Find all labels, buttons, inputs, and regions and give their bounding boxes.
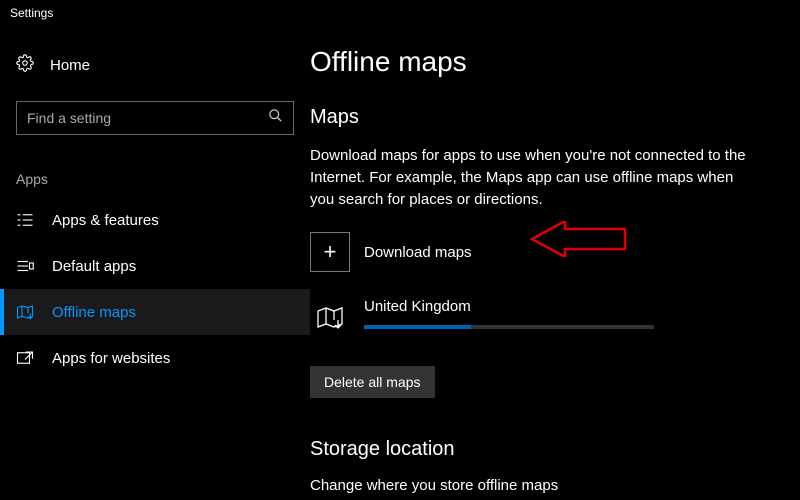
download-progress (364, 325, 654, 329)
sidebar-item-label: Apps & features (52, 212, 159, 229)
main-content: Offline maps Maps Download maps for apps… (310, 26, 800, 500)
sidebar-item-default-apps[interactable]: Default apps (0, 243, 310, 289)
sidebar: Home Apps Apps & features Default apps (0, 26, 310, 500)
map-download-icon (16, 303, 34, 321)
download-maps-label: Download maps (364, 244, 472, 261)
map-download-item[interactable]: United Kingdom (310, 298, 800, 338)
map-name: United Kingdom (364, 298, 654, 315)
sidebar-item-apps-for-websites[interactable]: Apps for websites (0, 335, 310, 381)
defaults-icon (16, 257, 34, 275)
search-input[interactable] (27, 110, 268, 126)
sidebar-item-label: Default apps (52, 258, 136, 275)
plus-icon: + (310, 232, 350, 272)
search-box[interactable] (16, 101, 294, 135)
sidebar-group-header: Apps (0, 171, 310, 197)
search-icon (268, 108, 283, 128)
download-maps-button[interactable]: + Download maps (310, 232, 800, 272)
sidebar-item-apps-features[interactable]: Apps & features (0, 197, 310, 243)
download-progress-fill (364, 325, 471, 329)
window-title: Settings (0, 0, 800, 26)
map-icon (310, 298, 350, 338)
sidebar-item-offline-maps[interactable]: Offline maps (0, 289, 310, 335)
storage-section-heading: Storage location (310, 438, 800, 461)
home-button[interactable]: Home (0, 46, 310, 101)
storage-section-description: Change where you store offline maps (310, 477, 800, 494)
sidebar-item-label: Apps for websites (52, 350, 170, 367)
delete-all-maps-button[interactable]: Delete all maps (310, 366, 435, 398)
sidebar-item-label: Offline maps (52, 304, 136, 321)
home-label: Home (50, 57, 90, 74)
list-icon (16, 211, 34, 229)
page-title: Offline maps (310, 46, 800, 78)
maps-section-description: Download maps for apps to use when you'r… (310, 145, 760, 210)
gear-icon (16, 54, 34, 77)
open-icon (16, 349, 34, 367)
maps-section-heading: Maps (310, 106, 800, 129)
